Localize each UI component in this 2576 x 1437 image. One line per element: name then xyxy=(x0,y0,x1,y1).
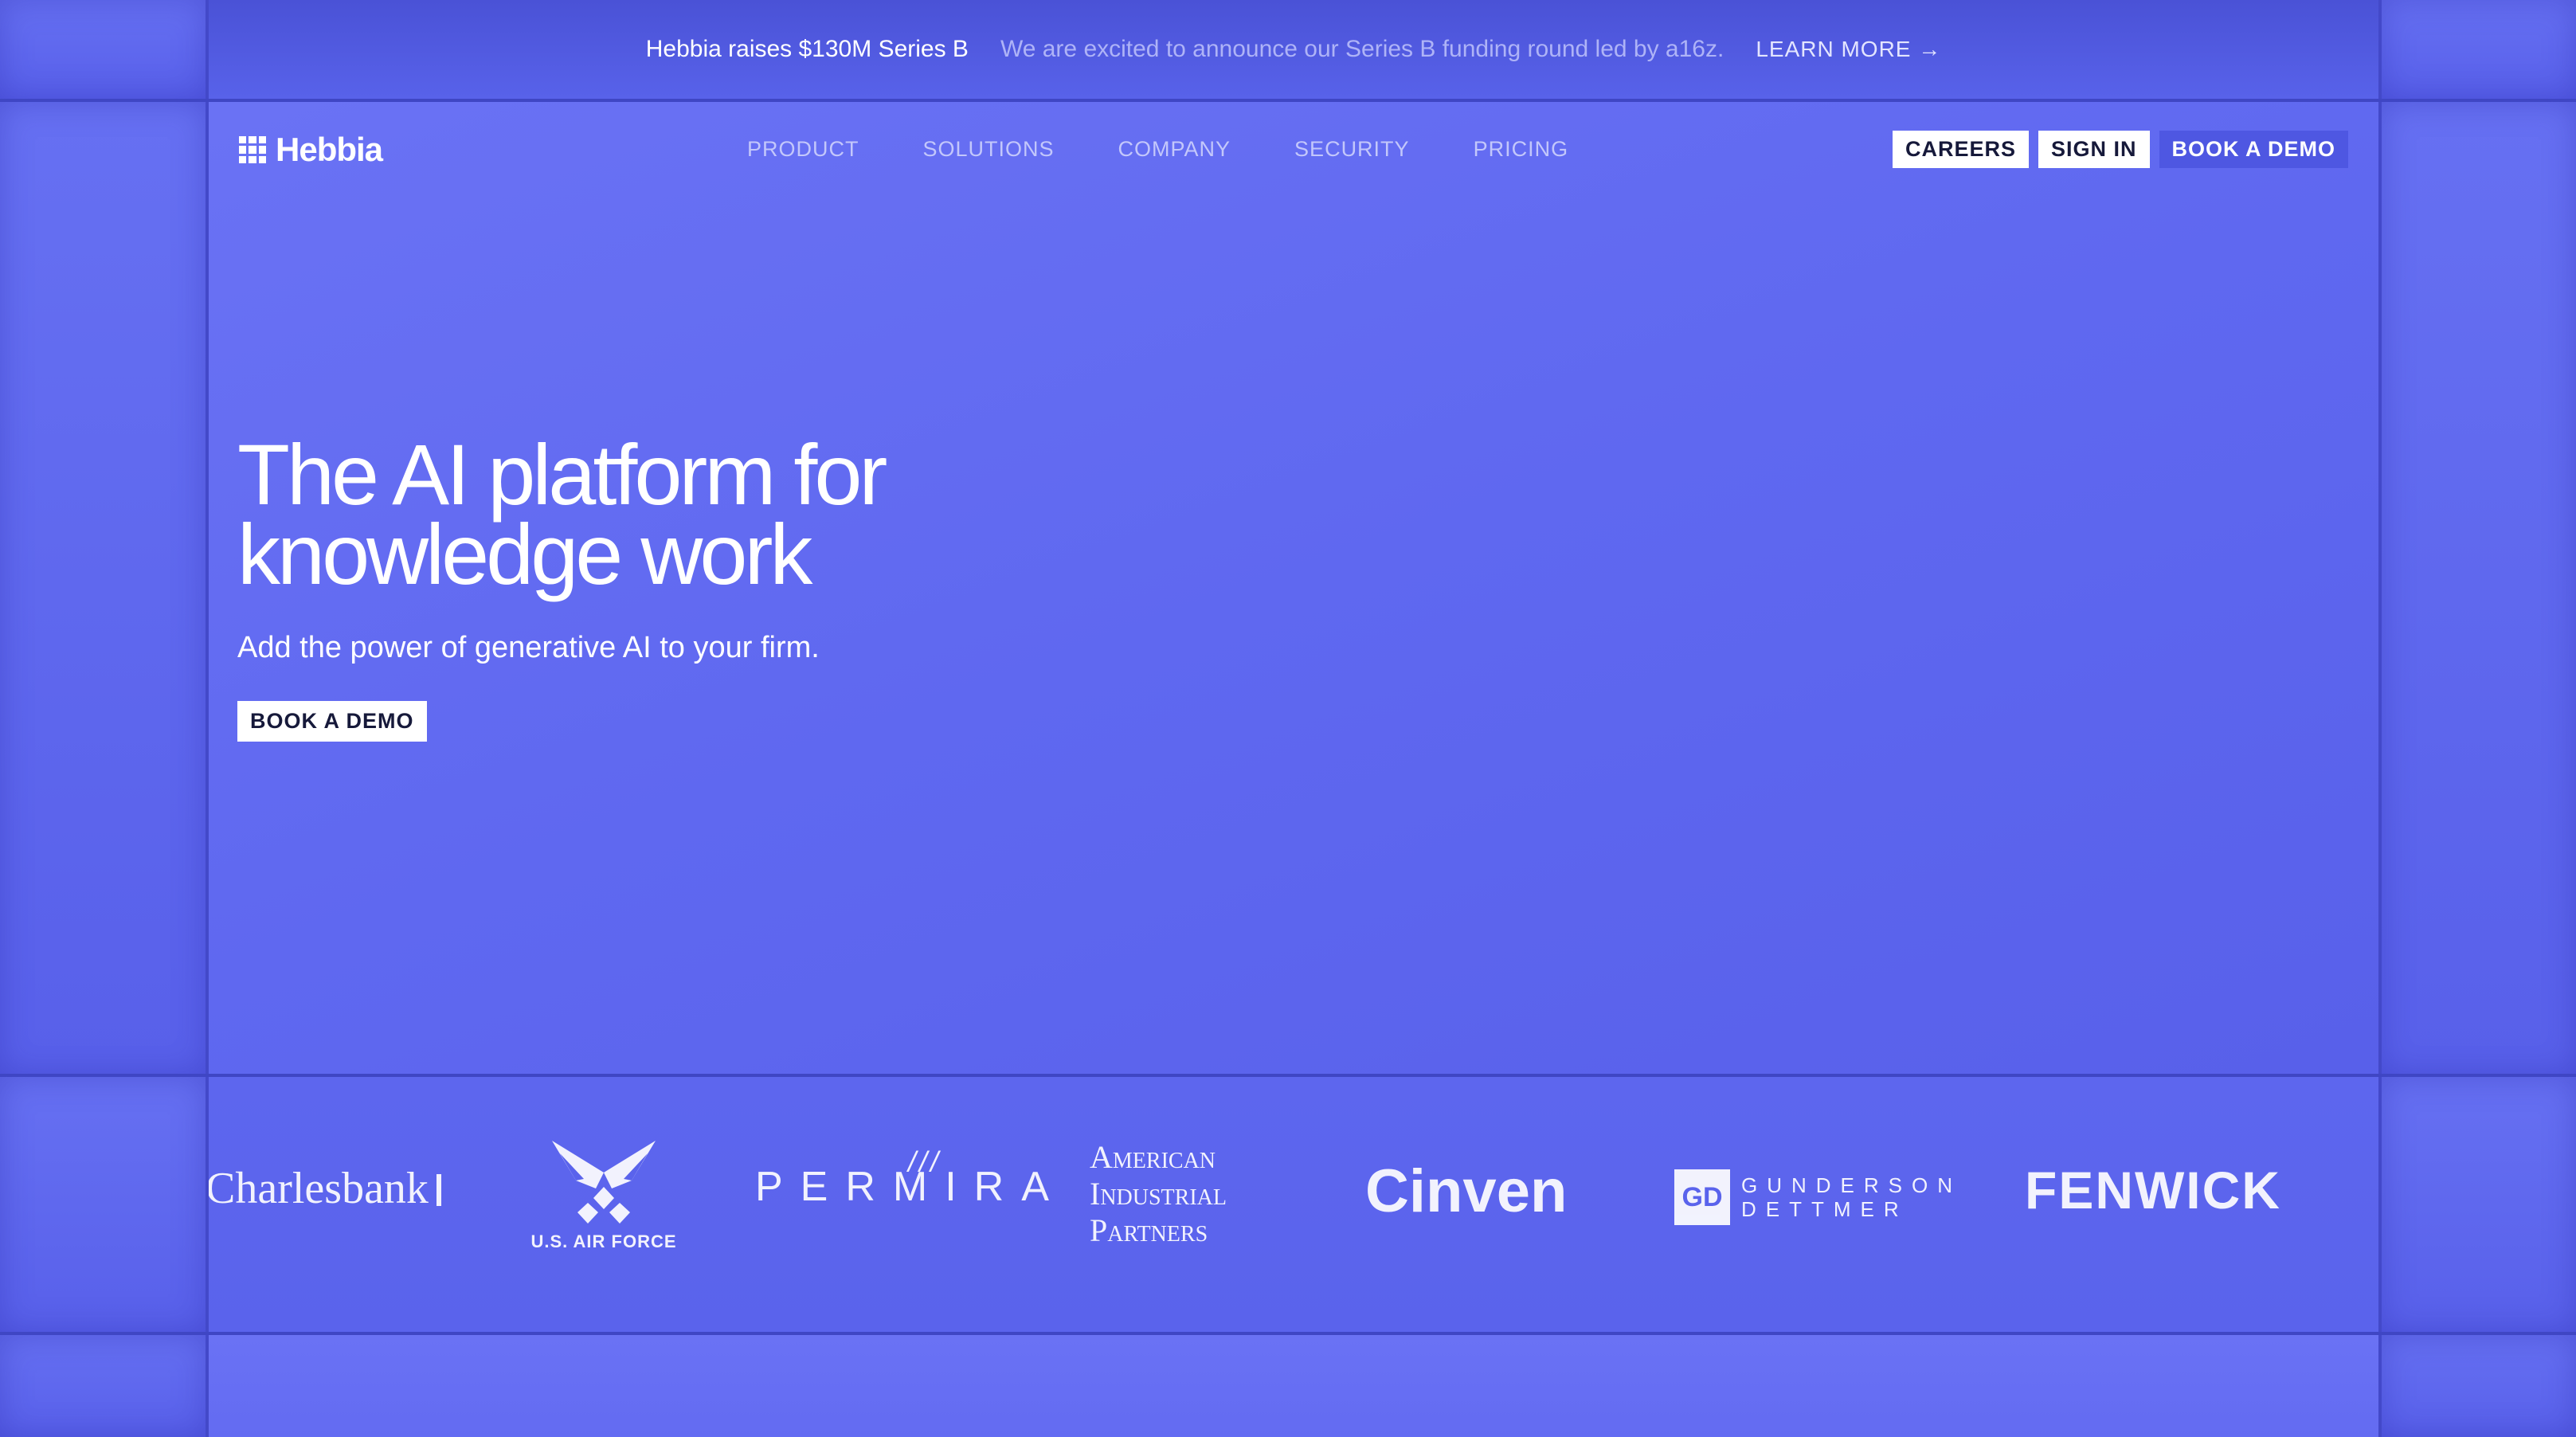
frame-bottom-left xyxy=(0,1335,206,1437)
nav-product[interactable]: PRODUCT xyxy=(747,137,859,162)
main-nav: PRODUCT SOLUTIONS COMPANY SECURITY PRICI… xyxy=(747,137,1568,162)
american-industrial-partners-logo: American Industrial Partners xyxy=(1090,1139,1227,1249)
aip-line-2: Industrial xyxy=(1090,1176,1227,1212)
aip-line-3: Partners xyxy=(1090,1212,1208,1248)
hebbia-logo[interactable]: Hebbia xyxy=(239,131,383,169)
book-demo-header-button[interactable]: BOOK A DEMO xyxy=(2159,131,2348,168)
fenwick-logo: FENWICK xyxy=(2025,1161,2281,1220)
learn-more-link[interactable]: LEARN MORE → xyxy=(1756,37,1941,62)
header-actions: CAREERS SIGN IN BOOK A DEMO xyxy=(1892,131,2348,168)
next-section xyxy=(209,1335,2378,1437)
frame-top-right xyxy=(2382,0,2576,99)
sign-in-button[interactable]: SIGN IN xyxy=(2038,131,2150,168)
book-demo-hero-button[interactable]: BOOK A DEMO xyxy=(237,701,427,742)
aip-line-1: American xyxy=(1090,1139,1216,1175)
hero-subhead: Add the power of generative AI to your f… xyxy=(237,631,820,664)
announcement-bar: Hebbia raises $130M Series B We are exci… xyxy=(209,0,2378,99)
frame-bottom-right xyxy=(2382,1335,2576,1437)
frame-line-left xyxy=(206,0,209,1437)
nav-pricing[interactable]: PRICING xyxy=(1474,137,1569,162)
frame-mid-right xyxy=(2382,102,2576,1074)
nav-company[interactable]: COMPANY xyxy=(1118,137,1231,162)
charlesbank-logo: Charlesbank xyxy=(206,1163,441,1214)
careers-button[interactable]: CAREERS xyxy=(1892,131,2029,168)
charlesbank-bar-icon xyxy=(436,1174,441,1206)
hero-section: Hebbia PRODUCT SOLUTIONS COMPANY SECURIT… xyxy=(209,102,2378,1074)
customer-logos: Charlesbank U.S. AIR FORCE /// PERMIRA A… xyxy=(206,1077,2378,1332)
logo-text: Hebbia xyxy=(276,131,383,168)
gunderson-dettmer-logo: GD GUNDERSON DETTMER xyxy=(1674,1169,1962,1225)
headline-line-2: knowledge work xyxy=(237,506,812,602)
hebbia-grid-icon xyxy=(239,136,266,163)
air-force-wings-icon xyxy=(552,1141,656,1224)
frame-line-right xyxy=(2378,0,2382,1437)
frame-mid-left xyxy=(0,102,206,1074)
gd-mark-icon: GD xyxy=(1674,1169,1730,1225)
gunderson-line-1: GUNDERSON xyxy=(1741,1173,1963,1197)
permira-logo: PERMIRA xyxy=(755,1164,1067,1210)
nav-security[interactable]: SECURITY xyxy=(1294,137,1410,162)
frame-line-middle xyxy=(0,1074,2576,1077)
gunderson-text: GUNDERSON DETTMER xyxy=(1741,1173,1962,1221)
frame-top-left xyxy=(0,0,206,99)
cinven-logo: Cinven xyxy=(1365,1157,1568,1225)
air-force-logo: U.S. AIR FORCE xyxy=(524,1141,683,1252)
frame-logos-left xyxy=(0,1077,206,1332)
nav-solutions[interactable]: SOLUTIONS xyxy=(923,137,1055,162)
frame-line-bottom xyxy=(0,1332,2576,1335)
announcement-text: We are excited to announce our Series B … xyxy=(1000,36,1725,62)
announcement-title: Hebbia raises $130M Series B xyxy=(645,36,969,62)
charlesbank-text: Charlesbank xyxy=(206,1164,429,1213)
frame-line-top xyxy=(0,99,2576,102)
hero-headline: The AI platform for knowledge work xyxy=(237,432,887,597)
frame-logos-right xyxy=(2382,1077,2576,1332)
air-force-text: U.S. AIR FORCE xyxy=(530,1231,677,1251)
gunderson-line-2: DETTMER xyxy=(1741,1197,1909,1221)
